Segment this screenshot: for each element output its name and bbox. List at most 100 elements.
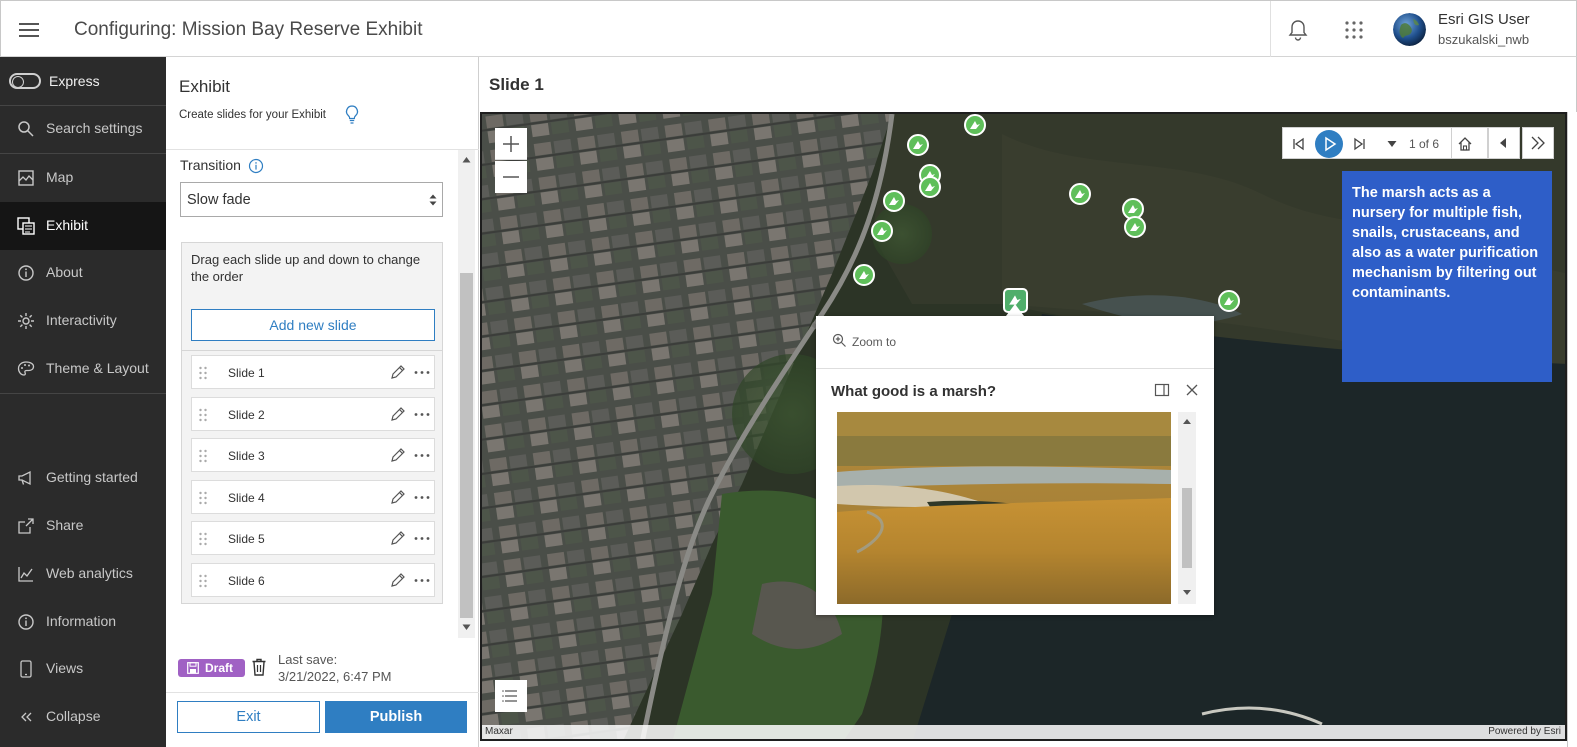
scroll-down-arrow-icon[interactable] xyxy=(462,624,471,631)
more-options-icon[interactable] xyxy=(413,490,431,505)
bird-marker[interactable] xyxy=(907,134,929,156)
more-options-icon[interactable] xyxy=(413,531,431,546)
last-slide-icon[interactable] xyxy=(1351,135,1369,153)
previous-slide-button[interactable] xyxy=(1488,127,1520,159)
divider xyxy=(166,692,479,693)
slide-list-item[interactable]: Slide 2 xyxy=(191,397,435,431)
info-icon[interactable] xyxy=(248,158,264,174)
more-options-icon[interactable] xyxy=(413,448,431,463)
nav-item-label: Exhibit xyxy=(46,217,89,233)
nav-item-views[interactable]: Views xyxy=(0,645,166,693)
exit-button[interactable]: Exit xyxy=(177,701,320,733)
nav-item-interactivity[interactable]: Interactivity xyxy=(0,297,166,345)
slide-list-item[interactable]: Slide 4 xyxy=(191,480,435,514)
powered-by-esri[interactable]: Powered by Esri xyxy=(1488,726,1561,737)
legend-button[interactable] xyxy=(495,680,527,712)
exhibit-panel: Exhibit Create slides for your Exhibit T… xyxy=(166,57,479,747)
nav-item-label: Search settings xyxy=(46,120,143,136)
megaphone-icon xyxy=(16,468,36,488)
bird-marker[interactable] xyxy=(1218,290,1240,312)
bird-marker[interactable] xyxy=(853,264,875,286)
drag-handle-icon[interactable] xyxy=(198,448,208,464)
chevrons-left-icon xyxy=(16,707,36,727)
bird-marker[interactable] xyxy=(919,176,941,198)
popup-scrollbar-thumb[interactable] xyxy=(1182,488,1192,568)
drag-handle-icon[interactable] xyxy=(198,573,208,589)
nav-item-search-settings[interactable]: Search settings xyxy=(0,105,166,153)
bird-marker[interactable] xyxy=(1124,216,1146,238)
zoom-to-icon[interactable] xyxy=(832,333,847,348)
info-icon xyxy=(16,612,36,632)
last-save-timestamp: 3/21/2022, 6:47 PM xyxy=(278,669,392,684)
bird-marker[interactable] xyxy=(1069,183,1091,205)
nav-item-web-analytics[interactable]: Web analytics xyxy=(0,550,166,598)
drag-handle-icon[interactable] xyxy=(198,531,208,547)
palette-icon xyxy=(16,359,36,379)
pencil-icon[interactable] xyxy=(390,531,405,546)
popup-scrollbar[interactable] xyxy=(1178,412,1196,604)
panel-subtitle: Create slides for your Exhibit xyxy=(179,109,327,121)
drag-handle-icon[interactable] xyxy=(198,365,208,381)
transition-select[interactable]: Slow fade xyxy=(180,182,443,217)
slide-list-item[interactable]: Slide 1 xyxy=(191,355,435,389)
exhibit-icon xyxy=(16,216,36,236)
nav-item-about[interactable]: About xyxy=(0,249,166,297)
header-divider xyxy=(1270,1,1271,57)
publish-button[interactable]: Publish xyxy=(325,701,467,733)
menu-icon[interactable] xyxy=(13,15,45,45)
zoom-in-button[interactable] xyxy=(495,128,527,160)
slide-label: Slide 2 xyxy=(228,408,265,422)
bird-marker[interactable] xyxy=(964,114,986,136)
bell-icon[interactable] xyxy=(1285,17,1311,43)
nav-item-information[interactable]: Information xyxy=(0,598,166,646)
dock-icon[interactable] xyxy=(1154,382,1170,398)
pencil-icon[interactable] xyxy=(390,490,405,505)
scrollbar-thumb[interactable] xyxy=(460,273,473,618)
express-toggle[interactable] xyxy=(9,73,41,89)
zoom-to-link[interactable]: Zoom to xyxy=(852,335,896,349)
drag-handle-icon[interactable] xyxy=(198,407,208,423)
lightbulb-icon[interactable] xyxy=(344,104,360,126)
slide-caption: The marsh acts as a nursery for multiple… xyxy=(1342,171,1552,382)
nav-item-label: Interactivity xyxy=(46,312,117,328)
express-toggle-row[interactable]: Express xyxy=(0,57,166,105)
first-slide-icon[interactable] xyxy=(1289,135,1307,153)
more-options-icon[interactable] xyxy=(413,365,431,380)
user-name: Esri GIS User xyxy=(1438,11,1530,28)
nav-item-exhibit[interactable]: Exhibit xyxy=(0,202,166,250)
slide-list-item[interactable]: Slide 3 xyxy=(191,438,435,472)
pencil-icon[interactable] xyxy=(390,573,405,588)
scroll-up-arrow-icon[interactable] xyxy=(462,156,471,163)
bird-marker[interactable] xyxy=(871,220,893,242)
close-icon[interactable] xyxy=(1184,382,1200,398)
bird-marker[interactable] xyxy=(883,190,905,212)
nav-item-collapse[interactable]: Collapse xyxy=(0,693,166,741)
play-button[interactable] xyxy=(1315,130,1343,158)
map-view[interactable]: 1 of 6 The marsh acts as a nursery for m… xyxy=(480,112,1567,741)
home-icon[interactable] xyxy=(1456,135,1474,153)
pencil-icon[interactable] xyxy=(390,407,405,422)
pencil-icon[interactable] xyxy=(390,365,405,380)
add-new-slide-button[interactable]: Add new slide xyxy=(191,309,435,341)
nav-item-theme-layout[interactable]: Theme & Layout xyxy=(0,345,166,393)
slide-list-item[interactable]: Slide 5 xyxy=(191,521,435,555)
more-options-icon[interactable] xyxy=(413,573,431,588)
more-options-icon[interactable] xyxy=(413,407,431,422)
panel-scrollbar[interactable] xyxy=(458,150,475,638)
user-id: bszukalski_nwb xyxy=(1438,32,1530,47)
zoom-out-button[interactable] xyxy=(495,161,527,193)
nav-item-label: Information xyxy=(46,613,117,629)
slide-list-item[interactable]: Slide 6 xyxy=(191,563,435,597)
avatar[interactable] xyxy=(1393,13,1426,46)
collapse-caption-button[interactable] xyxy=(1522,127,1554,159)
caret-down-icon[interactable] xyxy=(1387,140,1397,148)
app-launcher-icon[interactable] xyxy=(1341,17,1367,43)
trash-icon[interactable] xyxy=(251,657,267,677)
slide-title-bar: Slide 1 xyxy=(480,57,1577,112)
nav-item-share[interactable]: Share xyxy=(0,502,166,550)
chart-icon xyxy=(16,564,36,584)
pencil-icon[interactable] xyxy=(390,448,405,463)
nav-item-map[interactable]: Map xyxy=(0,154,166,202)
nav-item-getting-started[interactable]: Getting started xyxy=(0,454,166,502)
drag-handle-icon[interactable] xyxy=(198,490,208,506)
